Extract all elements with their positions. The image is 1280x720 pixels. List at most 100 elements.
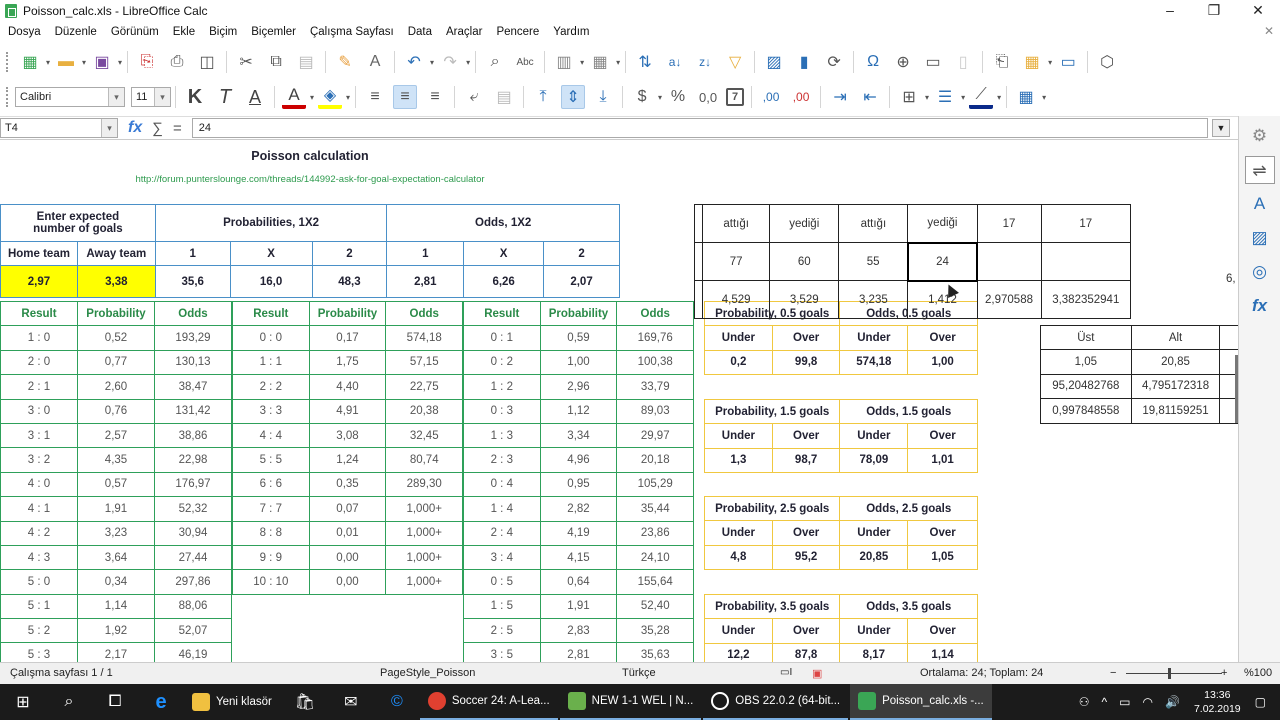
odds-cell[interactable]: 20,38 [385,398,463,424]
odds-cell[interactable]: 89,03 [616,398,694,424]
insert-image-icon[interactable]: ▨ [762,50,786,74]
score-cell[interactable]: 4 : 2 [0,520,78,546]
borders-dropdown-icon[interactable]: ▾ [925,93,929,102]
name-box[interactable]: T4 ▾ [0,118,118,138]
toolbar-grip[interactable] [6,52,9,72]
under-over-value[interactable]: 8,17 [839,642,909,662]
probability-cell[interactable]: 2,83 [539,618,618,644]
undo-icon[interactable]: ↶ [402,50,426,74]
show-hidden-icons-icon[interactable]: ^ [1102,695,1108,709]
score-cell[interactable]: 1 : 2 [463,374,541,400]
score-cell[interactable]: 0 : 1 [463,325,541,351]
zoom-in-button[interactable]: + [1221,667,1227,679]
edge-browser-icon[interactable]: e [138,684,184,720]
odds-cell[interactable]: 52,40 [616,593,694,620]
highlight-dropdown-icon[interactable]: ▾ [346,93,350,102]
odds-cell[interactable]: 100,38 [616,349,694,376]
stats-cell[interactable]: 2,970588 [976,280,1042,319]
odds-cell[interactable]: 1,000+ [385,496,463,522]
notifications-icon[interactable]: ▢ [1255,695,1266,709]
odds-cell[interactable]: 57,15 [385,349,463,376]
chevron-down-icon[interactable]: ▾ [108,88,124,106]
alt-header[interactable]: Alt [1130,324,1221,351]
number-format-icon[interactable]: 0,0 [696,85,720,109]
odds-cell[interactable]: 35,28 [616,618,694,644]
probability-cell[interactable]: 4,91 [308,398,387,424]
odds-cell[interactable]: 1,000+ [385,569,463,595]
probability-cell[interactable]: 2,82 [539,496,618,522]
under-over-value[interactable]: 12,2 [704,642,773,662]
selected-cell-t4[interactable]: 24 [906,241,979,282]
stats-cell[interactable]: yediği [769,204,840,243]
ust-alt-cell[interactable]: 19,81159251 [1130,398,1221,424]
stats-cell[interactable]: 17 [976,204,1042,243]
gallery-icon[interactable]: ▨ [1245,224,1275,252]
odds-cell[interactable]: 20,18 [616,447,694,473]
probability-cell[interactable]: 1,92 [77,618,155,644]
ust-alt-cell[interactable]: 0,997848558 [1040,398,1132,424]
probability-cell[interactable]: 4,15 [539,544,618,571]
print-icon[interactable]: ⎙ [165,50,189,74]
score-cell[interactable]: 9 : 9 [232,544,310,571]
special-character-icon[interactable]: Ω [861,50,885,74]
font-color-icon[interactable]: A [282,85,306,109]
chevron-down-icon[interactable]: ▾ [101,119,117,137]
odds-1-value[interactable]: 2,81 [386,265,465,299]
font-color-dropdown-icon[interactable]: ▾ [310,93,314,102]
wifi-icon[interactable]: ◠ [1143,695,1153,709]
score-cell[interactable]: 1 : 0 [0,325,78,351]
properties-icon[interactable]: ⇌ [1244,156,1275,184]
score-cell[interactable]: 10 : 10 [232,569,310,595]
currency-format-icon[interactable]: $ [630,85,654,109]
menu-data[interactable]: Data [408,26,432,38]
undo-dropdown-icon[interactable]: ▾ [430,58,434,67]
date-format-icon[interactable]: 7 [726,88,745,106]
close-document-icon[interactable]: ✕ [1264,24,1274,38]
under-over-value[interactable]: 0,2 [704,349,773,376]
score-cell[interactable]: 7 : 7 [232,496,310,522]
conditional-format-icon[interactable]: ▦ [1014,85,1038,109]
odds-cell[interactable]: 52,32 [154,496,232,522]
score-cell[interactable]: 3 : 4 [463,544,541,571]
odds-cell[interactable]: 30,94 [154,520,232,546]
print-preview-icon[interactable]: ◫ [195,50,219,74]
probability-cell[interactable]: 0,00 [308,569,387,595]
menu-bicim[interactable]: Biçim [209,26,237,38]
taskbar-app-chrome[interactable]: Soccer 24: A-Lea... [419,684,558,720]
probability-cell[interactable]: 1,75 [308,349,387,376]
add-decimal-icon[interactable]: ,00 [759,85,783,109]
probability-cell[interactable]: 1,24 [308,447,387,473]
stats-cell[interactable]: 55 [838,242,909,281]
prob-1-value[interactable]: 35,6 [154,265,231,299]
score-cell[interactable]: 2 : 5 [463,618,541,644]
taskbar-app-game[interactable]: NEW 1-1 WEL | N... [559,684,702,720]
find-replace-icon[interactable]: ⌕ [483,50,507,74]
vertical-scrollbar-thumb[interactable] [1235,355,1238,423]
probability-cell[interactable]: 0,01 [308,520,387,546]
odds-cell[interactable]: 105,29 [616,471,694,498]
language[interactable]: Türkçe [622,667,656,679]
ust-header[interactable]: Üst [1040,324,1132,351]
chevron-down-icon[interactable]: ▾ [154,88,170,106]
export-pdf-icon[interactable]: ⎘ [135,50,159,74]
away-team-input[interactable]: 3,38 [76,265,156,299]
cut-icon[interactable]: ✂ [234,50,258,74]
odds-cell[interactable]: 33,79 [616,374,694,400]
odds-cell[interactable]: 29,97 [616,422,694,449]
new-dropdown-icon[interactable]: ▾ [46,58,50,67]
odds-cell[interactable]: 38,86 [154,422,232,449]
zoom-level[interactable]: %100 [1244,667,1272,679]
odds-cell[interactable]: 1,000+ [385,520,463,546]
probability-cell[interactable]: 0,00 [308,544,387,571]
functions-icon[interactable]: fx [1245,292,1275,320]
home-team-input[interactable]: 2,97 [0,265,78,299]
probability-cell[interactable]: 2,17 [77,642,155,662]
probability-cell[interactable]: 0,57 [77,471,155,498]
menu-ekle[interactable]: Ekle [173,26,195,38]
probability-cell[interactable]: 3,34 [539,422,618,449]
underline-button[interactable]: A [243,85,267,109]
odds-cell[interactable]: 24,10 [616,544,694,571]
font-name-select[interactable]: Calibri ▾ [15,87,125,107]
probability-cell[interactable]: 1,00 [539,349,618,376]
sort-ascending-icon[interactable]: a↓ [663,50,687,74]
